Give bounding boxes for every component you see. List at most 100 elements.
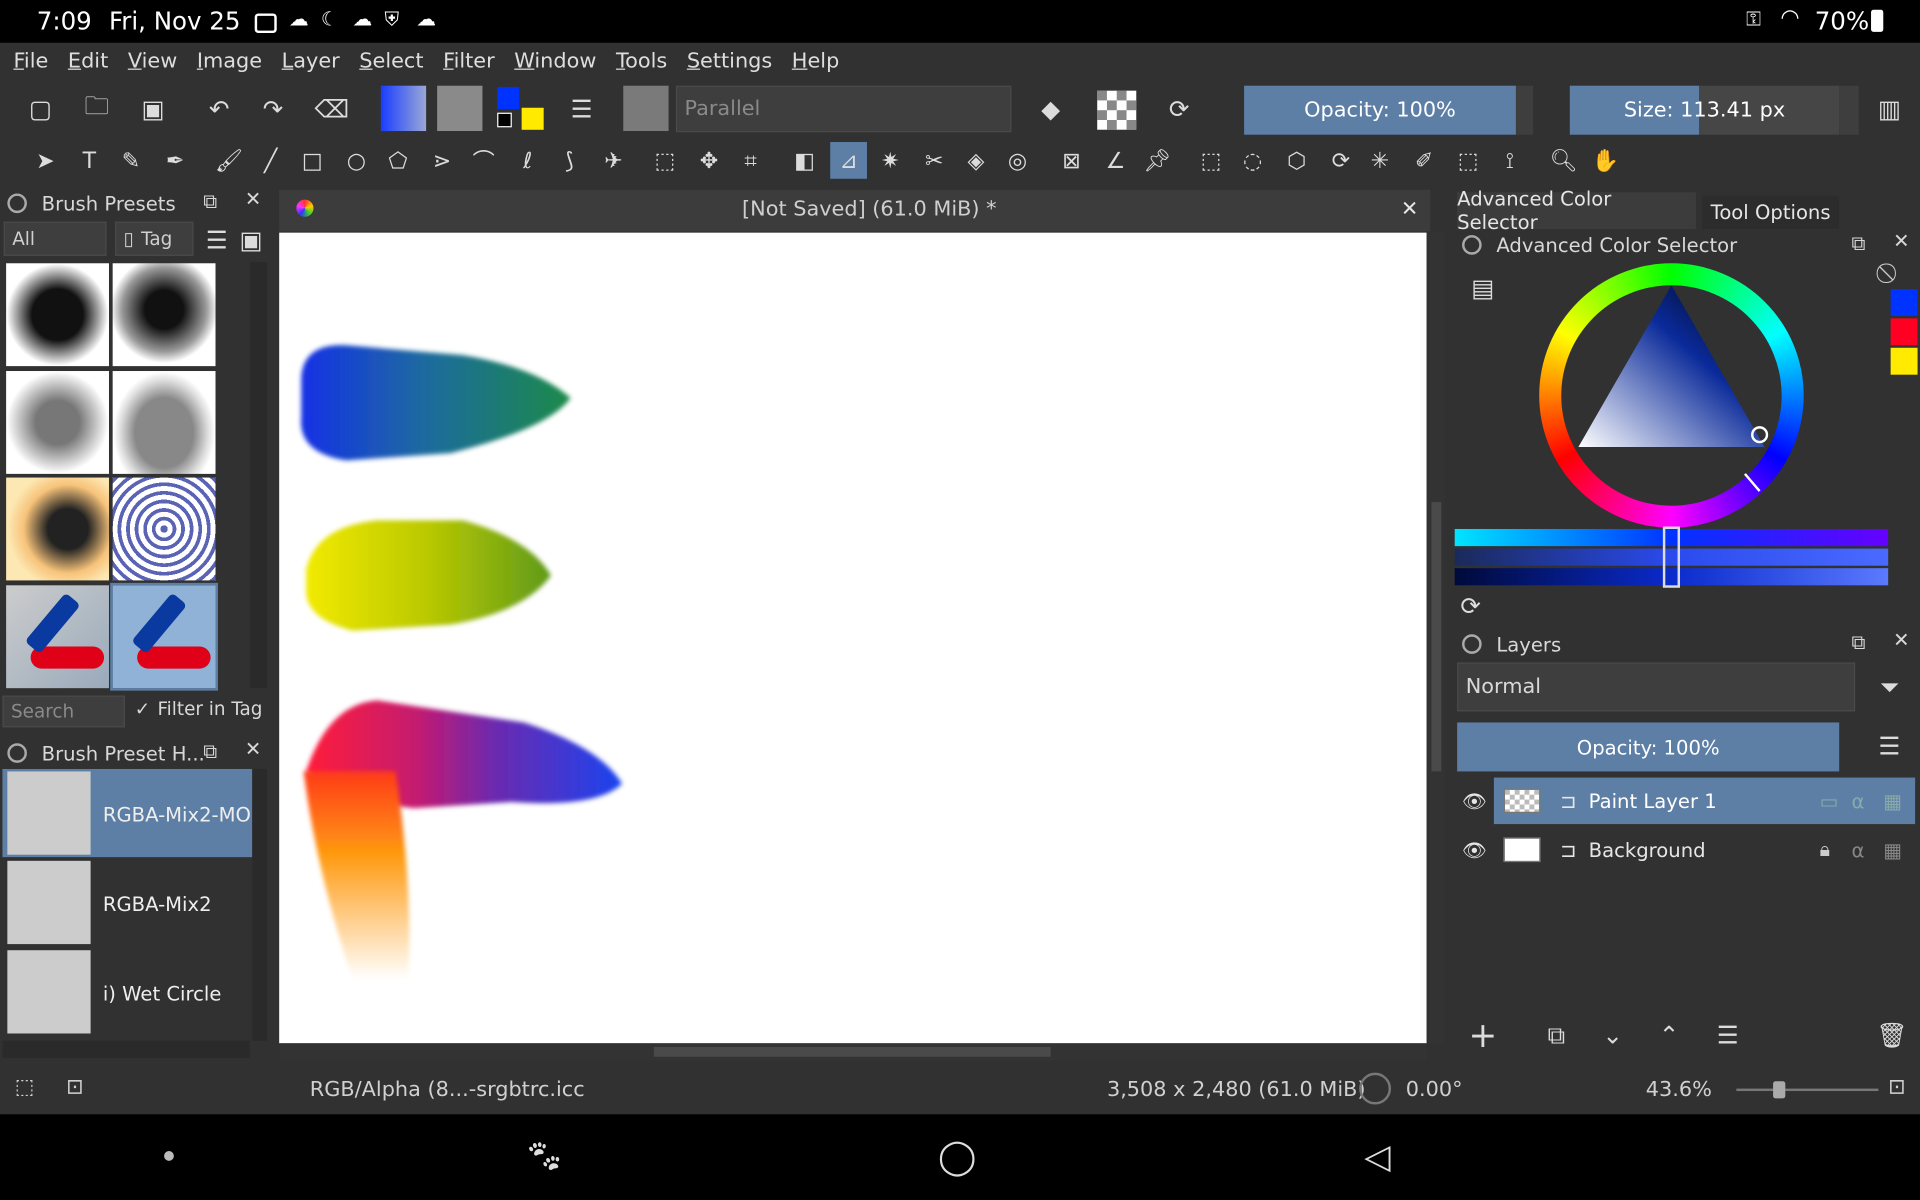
new-document-icon[interactable]: ▢ <box>22 91 59 128</box>
brush-preset-rgba-mix2[interactable] <box>110 582 218 691</box>
zoom-icon[interactable]: 🔍︎ <box>1545 142 1582 179</box>
visibility-eye-icon[interactable]: 👁 <box>1462 789 1499 812</box>
layer-row-background[interactable]: 👁 ⊐ Background 🔒︎ α ▦ <box>1457 827 1917 874</box>
history-hscrollbar[interactable] <box>2 1040 250 1058</box>
eraser-icon[interactable]: ◆ <box>1032 91 1069 128</box>
workspace-icon[interactable]: ▥ <box>1871 91 1908 128</box>
foreground-color-swatch[interactable] <box>497 86 520 109</box>
history-thumb[interactable] <box>7 771 91 855</box>
crop-icon[interactable]: ⌗ <box>732 142 769 179</box>
rotation-icon[interactable] <box>1359 1072 1392 1105</box>
float-icon[interactable]: ⧉ <box>203 740 217 764</box>
filter-icon[interactable]: ⏷ <box>1871 669 1908 706</box>
saturation-triangle[interactable] <box>1539 263 1803 527</box>
fill-icon[interactable]: ◈ <box>958 142 995 179</box>
bezier-select-icon[interactable]: ⬚ <box>1450 142 1487 179</box>
layer-properties-icon[interactable]: ☰ <box>1709 1016 1746 1053</box>
size-spin[interactable] <box>1839 85 1859 135</box>
lock-icon[interactable] <box>7 193 27 214</box>
transform-icon[interactable]: ⬚ <box>647 142 684 179</box>
recent-color-blue[interactable] <box>1890 288 1918 316</box>
bezier-icon[interactable]: ⌒ <box>465 142 502 179</box>
select-shapes-icon[interactable]: ➤ <box>27 142 64 179</box>
visibility-eye-icon[interactable]: 👁 <box>1462 838 1499 861</box>
similar-select-icon[interactable]: ✐ <box>1406 142 1443 179</box>
brush-preset-airbrush[interactable] <box>112 263 216 367</box>
undo-icon[interactable]: ↶ <box>201 91 238 128</box>
polygon-icon[interactable]: ⬠ <box>380 142 417 179</box>
pattern-selector[interactable] <box>437 85 483 132</box>
float-icon[interactable]: ⧉ <box>1851 231 1865 255</box>
slider-handle[interactable] <box>1662 526 1681 588</box>
inherit-alpha-icon[interactable]: ▦ <box>1883 838 1902 861</box>
recent-color-red[interactable] <box>1890 318 1918 346</box>
duplicate-layer-icon[interactable]: ⧉ <box>1538 1016 1575 1053</box>
polyline-icon[interactable]: ⋗ <box>424 142 461 179</box>
canvas[interactable] <box>279 232 1427 1044</box>
menu-help[interactable]: Help <box>786 49 846 73</box>
brush-preset-wet[interactable] <box>112 371 216 474</box>
brush-preset-soft[interactable] <box>6 371 109 474</box>
history-item-label[interactable]: i) Wet Circle <box>103 982 252 1005</box>
menu-image[interactable]: Image <box>191 49 268 73</box>
background-color-swatch[interactable] <box>521 107 544 130</box>
measure-icon[interactable]: ⊠ <box>1053 142 1090 179</box>
fit-icon[interactable]: ⊡ <box>66 1075 83 1099</box>
close-icon[interactable]: ✕ <box>245 737 261 760</box>
move-icon[interactable]: ✥ <box>691 142 728 179</box>
magnetic-select-icon[interactable]: ⟟ <box>1491 142 1528 179</box>
image-dimensions[interactable]: 3,508 x 2,480 (61.0 MiB) <box>1107 1078 1366 1102</box>
brush-preset-rgba-mix2-mor[interactable] <box>6 585 109 689</box>
blend-mode-combo[interactable]: Parallel <box>675 85 1012 133</box>
opacity-spin[interactable] <box>1515 85 1534 135</box>
canvas-only-icon[interactable]: ⊡ <box>1888 1075 1905 1099</box>
color-settings-icon[interactable]: ▤ <box>1465 269 1502 306</box>
brush-preset-texture[interactable] <box>112 477 216 581</box>
lock-icon[interactable] <box>7 743 27 763</box>
brush-preset-thumb[interactable] <box>623 85 669 132</box>
lock-icon[interactable] <box>1462 634 1482 654</box>
import-icon[interactable]: ▣ <box>233 222 270 259</box>
history-item-label[interactable]: RGBA-Mix2 <box>103 893 252 916</box>
brush-settings-icon[interactable]: ☰ <box>563 91 600 128</box>
open-folder-icon[interactable]: 🗀 <box>78 91 115 128</box>
smart-patch-icon[interactable]: ✷ <box>872 142 909 179</box>
rectangle-icon[interactable]: □ <box>294 142 331 179</box>
layer-opacity-slider[interactable]: Opacity: 100% <box>1457 722 1840 772</box>
alpha-lock-icon[interactable] <box>1097 90 1137 130</box>
float-icon[interactable]: ⧉ <box>203 190 217 214</box>
opacity-slider[interactable]: Opacity: 100% <box>1244 85 1516 135</box>
gradient-selector[interactable] <box>380 85 427 132</box>
clear-icon[interactable]: ⌫ <box>313 91 350 128</box>
move-layer-down-icon[interactable]: ⌄ <box>1594 1016 1631 1053</box>
lock-icon[interactable] <box>1462 235 1482 255</box>
edit-shapes-icon[interactable]: ✎ <box>113 142 150 179</box>
close-icon[interactable]: ✕ <box>1893 628 1909 651</box>
gradient-icon[interactable]: ◧ <box>786 142 823 179</box>
rect-select-icon[interactable]: ⬚ <box>1193 142 1230 179</box>
menu-view[interactable]: View <box>122 49 184 73</box>
alpha-icon[interactable]: α <box>1851 789 1864 812</box>
close-icon[interactable]: ✕ <box>245 187 261 210</box>
unlocked-icon[interactable]: ▭ <box>1820 789 1839 812</box>
redo-icon[interactable]: ↷ <box>255 91 292 128</box>
fill-reference-icon[interactable]: ◎ <box>999 142 1036 179</box>
menu-window[interactable]: Window <box>508 49 602 73</box>
tab-advanced-color-selector[interactable]: Advanced Color Selector <box>1457 187 1696 234</box>
reset-colors-icon[interactable] <box>497 112 512 128</box>
refresh-icon[interactable]: ⟳ <box>1452 588 1489 625</box>
move-layer-up-icon[interactable]: ⌃ <box>1651 1016 1688 1053</box>
color-sampler-icon[interactable]: ⊿ <box>830 142 867 179</box>
history-thumb[interactable] <box>7 860 91 945</box>
dynamic-brush-icon[interactable]: ⟆ <box>551 142 588 179</box>
tab-tool-options[interactable]: Tool Options <box>1702 195 1840 229</box>
history-item-label[interactable]: RGBA-Mix2-MOR <box>103 803 252 826</box>
menu-edit[interactable]: Edit <box>62 49 115 73</box>
ellipse-select-icon[interactable]: ◌ <box>1234 142 1271 179</box>
brush-preset-blender[interactable] <box>6 477 109 581</box>
layer-blend-combo[interactable]: Normal <box>1457 662 1856 712</box>
alpha-icon[interactable]: α <box>1851 838 1864 861</box>
reload-preset-icon[interactable]: ⟳ <box>1161 91 1198 128</box>
freehand-select-icon[interactable]: ⟳ <box>1322 142 1359 179</box>
close-document-icon[interactable]: ✕ <box>1401 197 1418 221</box>
